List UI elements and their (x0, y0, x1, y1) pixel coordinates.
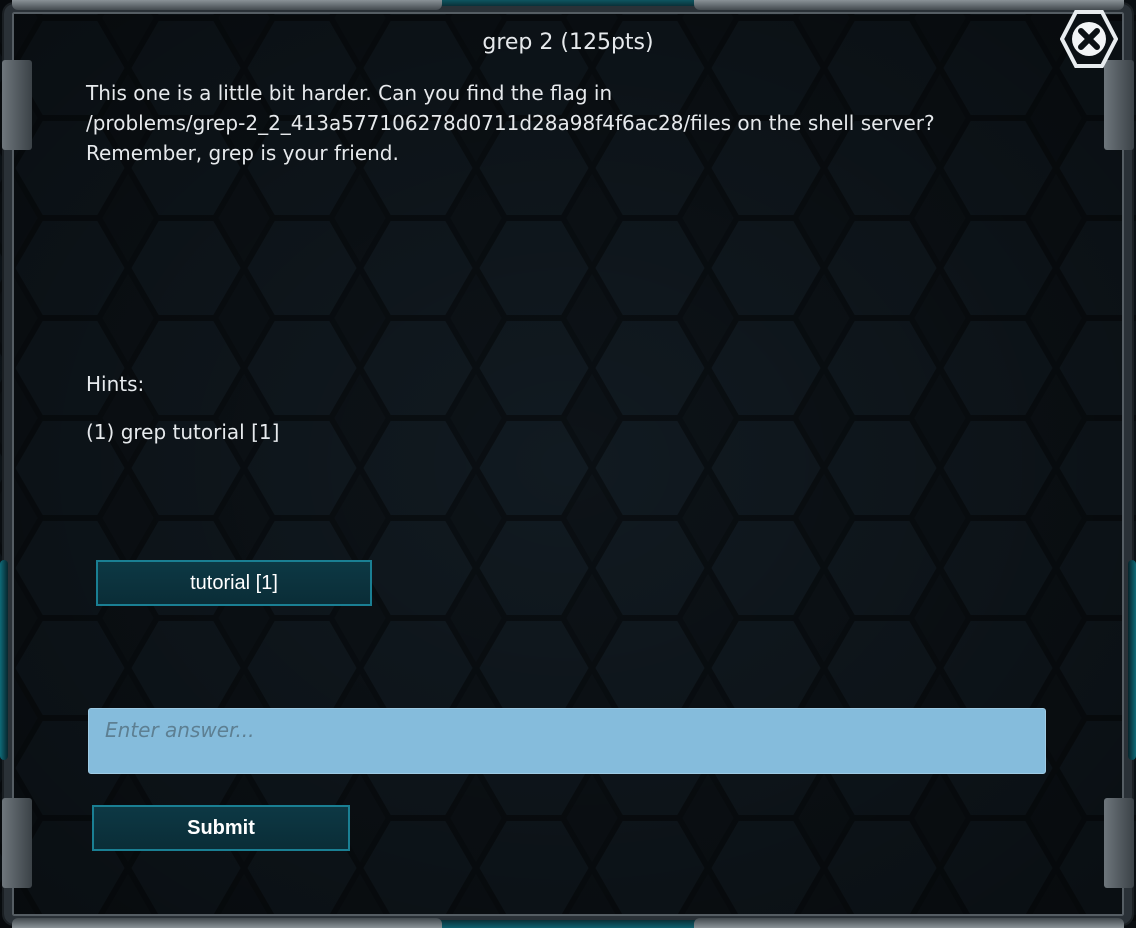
frame-glow-bottom (440, 920, 696, 928)
frame-tab (694, 918, 1124, 928)
hint-tutorial-button[interactable]: tutorial [1] (96, 560, 372, 606)
hints-label: Hints: (86, 372, 145, 396)
challenge-dialog: grep 2 (125pts) This one is a little bit… (0, 0, 1136, 928)
frame-tab (12, 0, 442, 10)
frame-corner (1104, 798, 1134, 888)
description-line: Remember, grep is your friend. (86, 141, 399, 165)
close-button[interactable] (1059, 10, 1119, 68)
frame-glow-right (1128, 560, 1136, 760)
frame-tab (694, 0, 1124, 10)
frame-tab (12, 918, 442, 928)
answer-input[interactable] (88, 708, 1046, 774)
description-line: /problems/grep-2_2_413a577106278d0711d28… (86, 111, 935, 135)
submit-button[interactable]: Submit (92, 805, 350, 851)
hint-item: (1) grep tutorial [1] (86, 420, 280, 444)
close-icon (1059, 10, 1119, 68)
frame-glow-top (440, 0, 696, 6)
dialog-title: grep 2 (125pts) (482, 30, 654, 55)
challenge-description: This one is a little bit harder. Can you… (86, 78, 1066, 168)
description-line: This one is a little bit harder. Can you… (86, 81, 613, 105)
frame-corner (2, 798, 32, 888)
frame-glow-left (0, 560, 8, 760)
frame-corner (1104, 60, 1134, 150)
frame-corner (2, 60, 32, 150)
